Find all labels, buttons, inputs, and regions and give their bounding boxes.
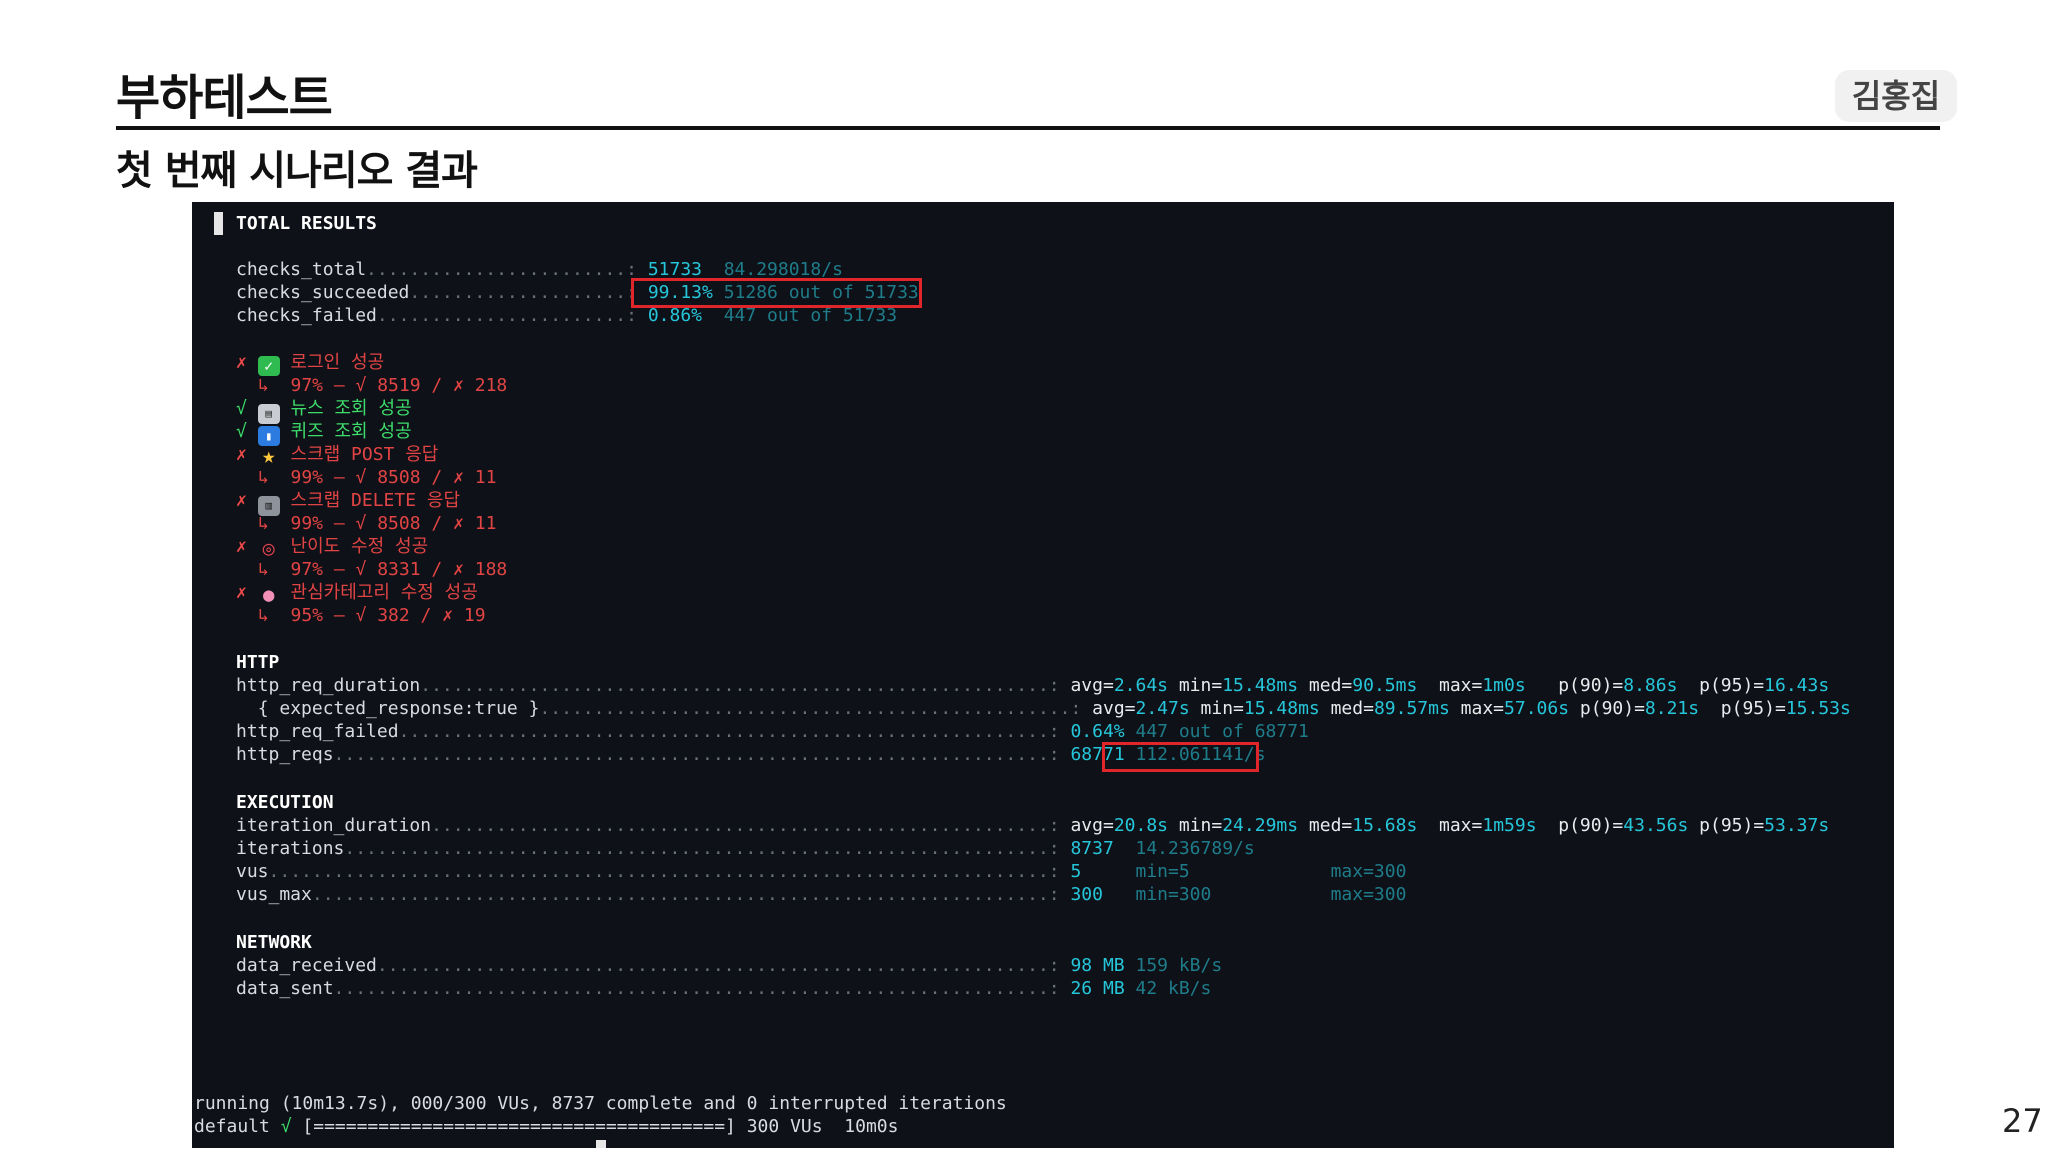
check-item-result: ↳ 97% — √ 8519 / ✗ 218 (258, 375, 508, 396)
metric-row-data-received: data_received...........................… (236, 955, 1223, 976)
check-item: ✗ ▥ 스크랩 DELETE 응답 (236, 489, 460, 516)
check-item: ✗ ★ 스크랩 POST 응답 (236, 444, 439, 469)
metric-row-iterations: iterations..............................… (236, 838, 1255, 859)
check-mark-icon: ✓ (257, 356, 280, 376)
metric-row-expected-response: { expected_response:true }..............… (257, 698, 1851, 719)
metric-row-data-sent: data_sent...............................… (236, 978, 1212, 999)
terminal-screenshot: TOTAL RESULTS checks_total..............… (192, 202, 1894, 1148)
network-section-header: NETWORK (236, 932, 312, 953)
slide-title: 부하테스트 (116, 70, 333, 126)
check-icon: √ (280, 1116, 292, 1137)
metric-row-vus: vus.....................................… (236, 861, 1407, 882)
total-results-header: TOTAL RESULTS (236, 213, 377, 234)
check-item: √ ▤ 뉴스 조회 성공 (236, 397, 412, 424)
star-icon: ★ (262, 444, 276, 469)
author-badge: 김홍집 (1835, 70, 1957, 122)
highlight-box-http-reqs (1102, 742, 1259, 772)
check-item-result: ↳ 99% — √ 8508 / ✗ 11 (258, 513, 497, 534)
execution-section-header: EXECUTION (236, 792, 334, 813)
metric-row-http-req-failed: http_req_failed.........................… (236, 721, 1309, 742)
check-item-result: ↳ 97% — √ 8331 / ✗ 188 (258, 559, 508, 580)
metric-row-http-req-duration: http_req_duration.......................… (236, 675, 1830, 696)
title-divider (116, 126, 1940, 130)
check-item-result: ↳ 95% — √ 382 / ✗ 19 (258, 605, 486, 626)
terminal-cursor (596, 1140, 606, 1148)
highlight-box-checks-succeeded (631, 278, 922, 308)
progress-line: default √ [=============================… (194, 1116, 899, 1137)
slide-subtitle: 첫 번째 시나리오 결과 (116, 148, 478, 194)
check-item-result: ↳ 99% — √ 8508 / ✗ 11 (258, 467, 497, 488)
header-bar-mark (214, 212, 223, 235)
brain-icon: ● (262, 584, 275, 606)
check-item: ✗ ✓ 로그인 성공 (236, 352, 385, 376)
page-number: 27 (2002, 1102, 2043, 1140)
progress-bar: [======================================] (302, 1116, 736, 1137)
run-status-line: running (10m13.7s), 000/300 VUs, 8737 co… (194, 1093, 1007, 1114)
target-icon: ◎ (262, 536, 275, 560)
http-section-header: HTTP (236, 652, 280, 673)
check-item: ✗ ● 관심카테고리 수정 성공 (236, 582, 478, 606)
metric-row-vus-max: vus_max.................................… (236, 884, 1407, 905)
check-item: √ ▮ 퀴즈 조회 성공 (236, 420, 412, 446)
check-item: ✗ ◎ 난이도 수정 성공 (236, 536, 429, 560)
metric-row-iteration-duration: iteration_duration......................… (236, 815, 1830, 836)
